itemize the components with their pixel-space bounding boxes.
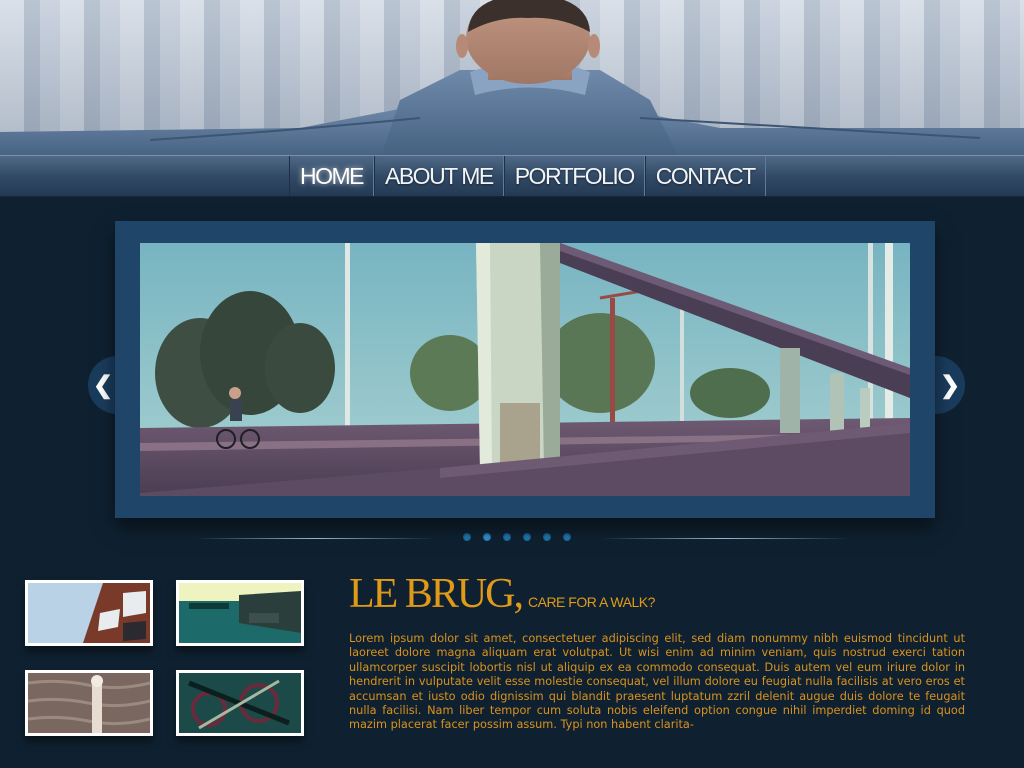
header-photo xyxy=(0,0,1024,160)
slide-image-bridge xyxy=(140,243,910,496)
slider-divider-right xyxy=(600,538,850,539)
slider-dot[interactable] xyxy=(463,533,471,541)
slider-divider-left xyxy=(195,538,435,539)
chevron-right-icon: ❯ xyxy=(939,371,961,399)
slider-dot[interactable] xyxy=(563,533,571,541)
nav-portfolio[interactable]: PORTFOLIO xyxy=(503,156,645,196)
slider-dot[interactable] xyxy=(523,533,531,541)
slider-next-button[interactable]: ❯ xyxy=(935,356,965,414)
nav-about-me[interactable]: ABOUT ME xyxy=(374,156,504,196)
header-banner xyxy=(0,0,1024,160)
slider-dot[interactable] xyxy=(543,533,551,541)
slider-frame xyxy=(115,221,935,518)
nav-contact[interactable]: CONTACT xyxy=(644,156,766,196)
thumbnail-building[interactable] xyxy=(25,580,153,646)
thumbnail-canal[interactable] xyxy=(176,580,304,646)
article-subtitle: CARE FOR A WALK? xyxy=(528,594,655,610)
thumbnail-water-post[interactable] xyxy=(25,670,153,736)
chevron-left-icon: ❮ xyxy=(92,371,114,399)
nav-home[interactable]: HOME xyxy=(289,156,374,196)
slider-dot[interactable] xyxy=(503,533,511,541)
slider-prev-button[interactable]: ❮ xyxy=(88,356,118,414)
thumbnail-bicycles[interactable] xyxy=(176,670,304,736)
article-headline: LE BRUG, CARE FOR A WALK? xyxy=(349,570,655,618)
slider-dot[interactable] xyxy=(483,533,491,541)
slider-pagination xyxy=(463,533,571,541)
article-title: LE BRUG, xyxy=(349,571,524,617)
main-nav: HOME ABOUT ME PORTFOLIO CONTACT xyxy=(289,156,766,196)
main-navbar: HOME ABOUT ME PORTFOLIO CONTACT xyxy=(0,155,1024,197)
article-body: Lorem ipsum dolor sit amet, consectetuer… xyxy=(349,632,965,732)
